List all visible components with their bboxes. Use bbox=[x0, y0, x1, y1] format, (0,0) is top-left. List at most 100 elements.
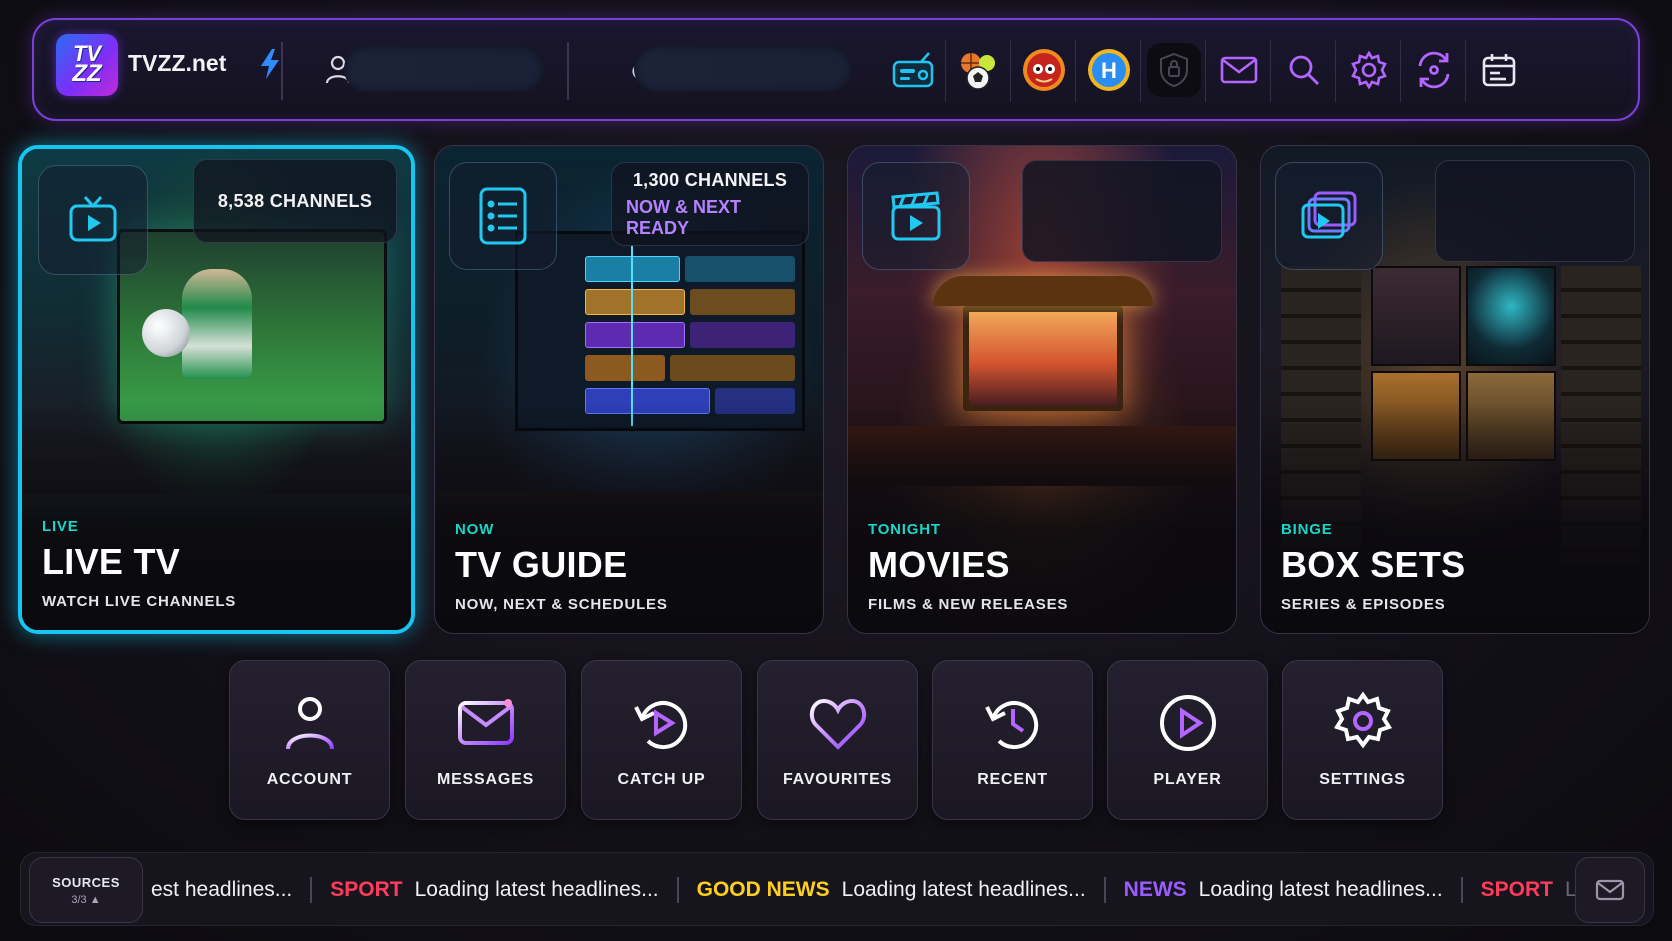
channel-count-box: 1,300 CHANNELS NOW & NEXT READY bbox=[611, 162, 809, 246]
ticker-headline: Loading latest headlines... bbox=[841, 878, 1086, 901]
channel-count: 8,538 CHANNELS bbox=[217, 190, 373, 211]
now-next-status: NOW & NEXT READY bbox=[626, 196, 741, 238]
brand-name: TVZZ.net bbox=[128, 50, 227, 76]
kids-h-icon[interactable]: H bbox=[1082, 43, 1136, 97]
sources-button[interactable]: SOURCES 3/3 ▲ bbox=[29, 857, 143, 923]
tile-title: MOVIES bbox=[868, 544, 1010, 585]
radio-icon[interactable] bbox=[886, 43, 940, 97]
ticker-divider bbox=[310, 877, 313, 903]
messages-button[interactable]: MESSAGES bbox=[405, 660, 566, 820]
ticker-item[interactable]: SPORT Loading latest headlines... bbox=[330, 878, 658, 902]
catch-up-label: CATCH UP bbox=[617, 771, 706, 788]
tile-tag: TONIGHT bbox=[868, 521, 941, 538]
recent-icon bbox=[984, 701, 1038, 749]
mail-icon bbox=[1595, 879, 1625, 901]
ticker-item: est headlines... bbox=[151, 878, 292, 902]
mail-icon[interactable] bbox=[1212, 43, 1266, 97]
settings-label: SETTINGS bbox=[1319, 771, 1406, 788]
tile-tag: NOW bbox=[455, 521, 495, 538]
gear-icon bbox=[1333, 691, 1392, 749]
box-sets-icon bbox=[1275, 162, 1383, 270]
tvzz-logo[interactable]: TV ZZ bbox=[56, 34, 118, 96]
search-icon[interactable] bbox=[1277, 43, 1331, 97]
ticker-divider bbox=[676, 877, 679, 903]
sports-balls-icon[interactable] bbox=[952, 43, 1006, 97]
divider bbox=[945, 40, 946, 102]
divider bbox=[281, 42, 283, 100]
ticker-item[interactable]: GOOD NEWS Loading latest headlines... bbox=[697, 878, 1086, 902]
messages-icon bbox=[457, 699, 514, 745]
user-name-pill[interactable] bbox=[344, 46, 544, 92]
catch-up-button[interactable]: CATCH UP bbox=[581, 660, 742, 820]
sync-icon[interactable] bbox=[1407, 43, 1461, 97]
account-label: ACCOUNT bbox=[266, 771, 353, 788]
news-ticker: SOURCES 3/3 ▲ est headlines... SPORT Loa… bbox=[20, 852, 1654, 926]
recent-label: RECENT bbox=[977, 771, 1048, 788]
catch-up-icon bbox=[633, 701, 687, 749]
divider bbox=[1205, 40, 1206, 102]
tile-tag: BINGE bbox=[1281, 521, 1333, 538]
favourites-label: FAVOURITES bbox=[782, 771, 893, 788]
ticker-category: SPORT bbox=[1480, 878, 1554, 901]
ticker-category: SPORT bbox=[330, 878, 403, 901]
tv-guide-icon bbox=[449, 162, 557, 270]
sources-count: 3/3 ▲ bbox=[71, 893, 101, 906]
bolt-icon bbox=[261, 49, 279, 79]
play-icon bbox=[1159, 695, 1216, 751]
cartoon-icon[interactable] bbox=[1017, 43, 1071, 97]
channel-count-box: 8,538 CHANNELS bbox=[193, 159, 397, 243]
live-tv-icon bbox=[38, 165, 148, 275]
shield-icon[interactable] bbox=[1147, 43, 1201, 97]
tile-tag: LIVE bbox=[42, 518, 79, 535]
recent-button[interactable]: RECENT bbox=[932, 660, 1093, 820]
sources-label: SOURCES bbox=[52, 874, 120, 890]
tile-description: WATCH LIVE CHANNELS bbox=[42, 593, 237, 610]
svg-text:H: H bbox=[1101, 58, 1117, 83]
tile-title: BOX SETS bbox=[1281, 544, 1466, 585]
ticker-item[interactable]: SPORT L bbox=[1481, 878, 1577, 902]
player-button[interactable]: PLAYER bbox=[1107, 660, 1268, 820]
favourites-button[interactable]: FAVOURITES bbox=[757, 660, 918, 820]
ticker-item[interactable]: NEWS Loading latest headlines... bbox=[1124, 878, 1443, 902]
movies-count-box bbox=[1022, 160, 1222, 262]
divider bbox=[1335, 40, 1336, 102]
divider bbox=[1270, 40, 1271, 102]
divider bbox=[1140, 40, 1141, 102]
tile-tv-guide[interactable]: 1,300 CHANNELS NOW & NEXT READY NOW TV G… bbox=[434, 145, 824, 634]
ticker-mail-button[interactable] bbox=[1575, 857, 1645, 923]
logo-text-bottom: ZZ bbox=[72, 60, 102, 88]
divider bbox=[1075, 40, 1076, 102]
account-button[interactable]: ACCOUNT bbox=[229, 660, 390, 820]
calendar-icon[interactable] bbox=[1472, 43, 1526, 97]
heart-icon bbox=[809, 698, 866, 750]
gear-icon[interactable] bbox=[1342, 43, 1396, 97]
divider bbox=[1400, 40, 1401, 102]
messages-label: MESSAGES bbox=[436, 771, 535, 788]
tile-description: FILMS & NEW RELEASES bbox=[868, 596, 1069, 613]
account-icon bbox=[285, 697, 334, 750]
ticker-headline: Loading latest headlines... bbox=[1198, 878, 1443, 901]
ticker-category: GOOD NEWS bbox=[696, 878, 830, 901]
settings-button[interactable]: SETTINGS bbox=[1282, 660, 1443, 820]
tile-description: NOW, NEXT & SCHEDULES bbox=[455, 596, 668, 613]
divider bbox=[1465, 40, 1466, 102]
ticker-divider bbox=[1460, 877, 1463, 903]
ticker-track: est headlines... SPORT Loading latest he… bbox=[151, 853, 1591, 927]
ticker-headline: est headlines... bbox=[151, 878, 293, 901]
ticker-headline: Loading latest headlines... bbox=[414, 878, 659, 901]
weather-pill bbox=[634, 46, 852, 92]
tile-box-sets[interactable]: BINGE BOX SETS SERIES & EPISODES bbox=[1260, 145, 1650, 634]
divider bbox=[1010, 40, 1011, 102]
player-label: PLAYER bbox=[1153, 771, 1222, 788]
tile-description: SERIES & EPISODES bbox=[1281, 596, 1446, 613]
box-sets-count-box bbox=[1435, 160, 1635, 262]
ticker-category: NEWS bbox=[1123, 878, 1187, 901]
ticker-divider bbox=[1103, 877, 1106, 903]
tile-title: TV GUIDE bbox=[455, 544, 628, 585]
tile-movies[interactable]: TONIGHT MOVIES FILMS & NEW RELEASES bbox=[847, 145, 1237, 634]
tile-live-tv[interactable]: 8,538 CHANNELS LIVE LIVE TV WATCH LIVE C… bbox=[18, 145, 415, 634]
divider bbox=[567, 42, 569, 100]
movies-clapper-icon bbox=[862, 162, 970, 270]
top-bar: TV ZZ TVZZ.net H bbox=[32, 18, 1640, 121]
tile-title: LIVE TV bbox=[42, 541, 181, 582]
